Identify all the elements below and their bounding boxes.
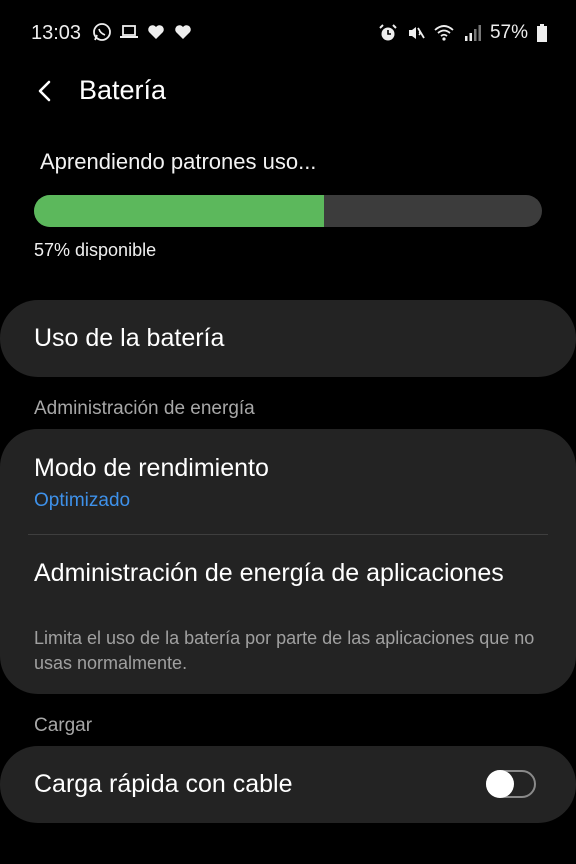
performance-mode-title: Modo de rendimiento (34, 454, 269, 482)
learning-status: Aprendiendo patrones uso... (40, 149, 317, 174)
section-header-charging: Cargar (34, 715, 93, 736)
chevron-left-icon (38, 80, 51, 102)
status-time: 13:03 (31, 22, 82, 44)
battery-level-fill (34, 195, 324, 227)
heart-icon (173, 22, 193, 42)
page-title: Batería (79, 75, 167, 105)
section-header-power: Administración de energía (34, 398, 255, 419)
mute-icon (406, 23, 426, 43)
wifi-icon (434, 23, 454, 43)
battery-usage-item[interactable]: Uso de la batería (0, 300, 576, 377)
status-bar: 13:03 57% (0, 0, 576, 64)
whatsapp-icon (92, 22, 112, 42)
back-button[interactable] (28, 74, 62, 108)
power-management-card: Modo de rendimiento Optimizado Administr… (0, 429, 576, 694)
battery-available: 57% disponible (34, 240, 157, 260)
system-icons: 57% (378, 22, 548, 44)
fast-cable-charging-label: Carga rápida con cable (34, 770, 293, 798)
app-power-description: Limita el uso de la batería por parte de… (34, 628, 535, 673)
heart-icon (146, 22, 166, 42)
laptop-icon (119, 22, 139, 42)
fast-cable-charging-toggle[interactable] (486, 770, 536, 798)
performance-mode-value: Optimizado (34, 490, 131, 511)
divider (28, 534, 548, 535)
battery-level-bar (34, 195, 542, 227)
toggle-knob (486, 770, 514, 798)
alarm-icon (378, 23, 398, 43)
signal-icon (462, 23, 482, 43)
notification-icons (92, 22, 193, 42)
battery-percent: 57% (489, 22, 528, 43)
battery-usage-label: Uso de la batería (34, 324, 225, 352)
fast-cable-charging-item[interactable]: Carga rápida con cable (0, 746, 576, 823)
app-header: Batería (0, 64, 576, 120)
battery-icon (536, 23, 548, 43)
app-power-title: Administración de energía de aplicacione… (34, 559, 504, 587)
